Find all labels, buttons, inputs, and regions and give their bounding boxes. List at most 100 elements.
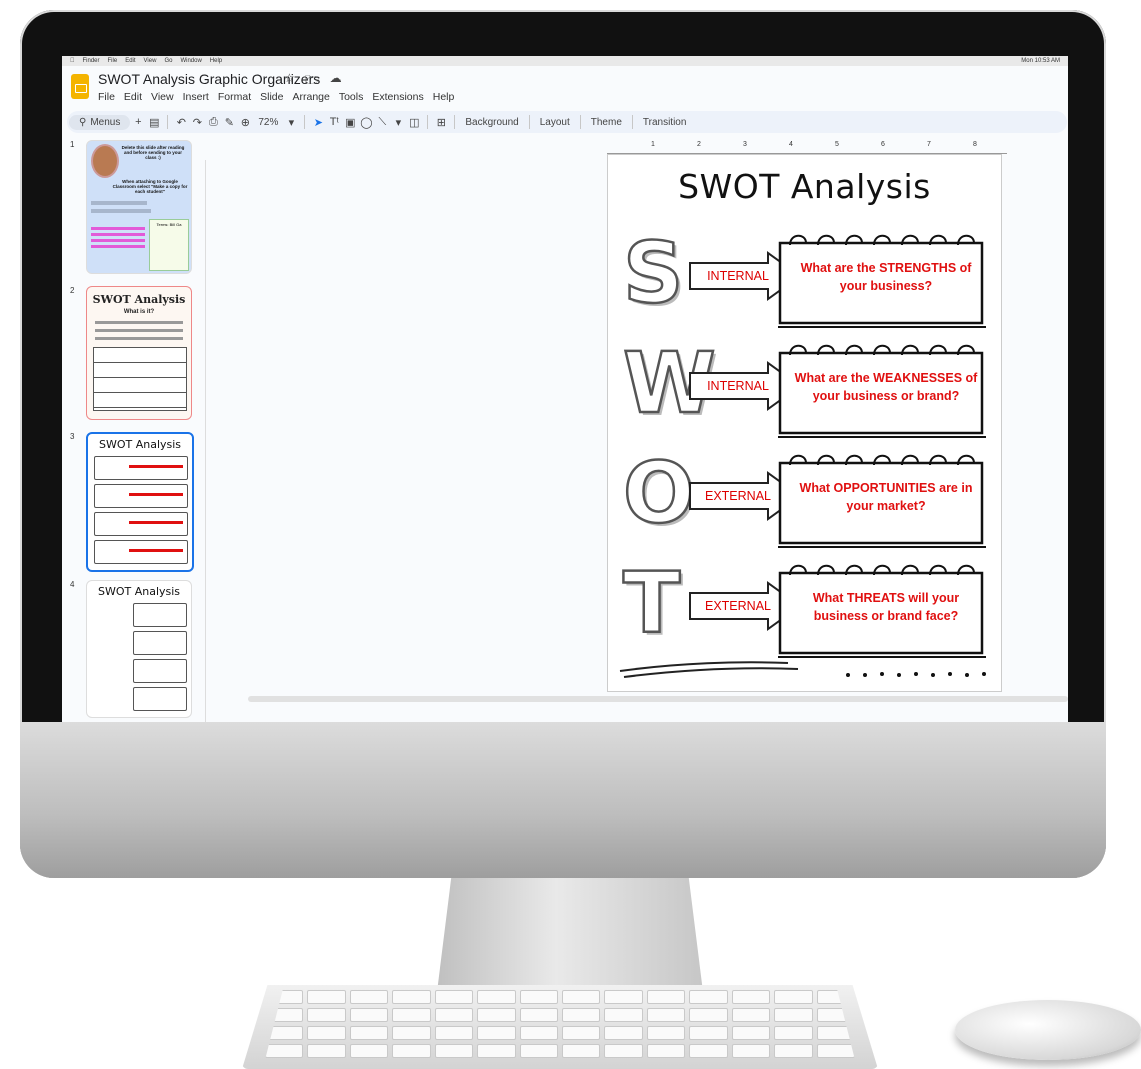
menu-bar: File Edit View Insert Format Slide Arran… (98, 91, 454, 103)
swot-row-strengths: S INTERNAL What are the STRENGTHS of you… (608, 227, 1001, 337)
menu-search-label: Menus (90, 116, 121, 128)
cloud-icon[interactable]: ☁ (330, 71, 342, 92)
title-bar: SWOT Analysis Graphic Organizers ☆ 🗁 ☁ F… (62, 66, 1068, 110)
mac-menu-finder[interactable]: Finder (83, 58, 100, 64)
undo-icon[interactable]: ↶ (173, 116, 189, 129)
arrow-label: EXTERNAL (705, 489, 771, 503)
toolbar: ⚲ Menus + ▤ ↶ ↷ ⎙ ✎ ⊕ 72% ▾ ➤ Tᵗ ▣ ◯ ⟍ ▾… (67, 111, 1067, 133)
arrow-label: INTERNAL (707, 269, 769, 283)
thumb-table (93, 347, 187, 411)
thumb-subheading: What is it? (123, 309, 155, 315)
thumb-text-line (95, 337, 183, 340)
mouse (955, 1000, 1141, 1060)
menu-file[interactable]: File (98, 91, 115, 103)
theme-button[interactable]: Theme (586, 117, 627, 128)
slide-thumbnail-2[interactable]: SWOT Analysis What is it? (86, 286, 192, 420)
screen:  Finder File Edit View Go Window Help M… (62, 56, 1068, 722)
thumb-text-line (91, 239, 145, 242)
layout-button[interactable]: Layout (535, 117, 575, 128)
menu-tools[interactable]: Tools (339, 91, 364, 103)
menu-view[interactable]: View (151, 91, 174, 103)
slide-number: 1 (70, 140, 75, 149)
divider (304, 115, 306, 129)
mac-menu-file[interactable]: File (108, 58, 118, 64)
zoom-level[interactable]: 72% (253, 117, 283, 128)
thumb-text-line (91, 227, 145, 230)
keyboard-keys (265, 990, 855, 1060)
star-icon[interactable]: ☆ (284, 71, 295, 92)
menu-format[interactable]: Format (218, 91, 251, 103)
slide-filmstrip: 1 Delete this slide after reading and be… (62, 136, 202, 722)
thumb-text-line (129, 493, 183, 496)
background-button[interactable]: Background (460, 117, 523, 128)
current-slide[interactable]: SWOT Analysis S INTERNAL What are the ST… (607, 154, 1002, 692)
swot-question: What are the WEAKNESSES of your business… (794, 371, 978, 403)
apple-icon[interactable]:  (70, 58, 75, 64)
slide-title[interactable]: SWOT Analysis (608, 167, 1001, 206)
title-icons: ☆ 🗁 ☁ (284, 71, 342, 92)
thumb-side-title: Terms: Bill Ga (156, 222, 182, 227)
thumb-heading: Delete this slide after reading and befo… (121, 145, 185, 160)
horizontal-ruler: 1 2 3 4 5 6 7 8 (607, 141, 1007, 154)
new-slide-icon[interactable]: + (130, 116, 146, 128)
folder-icon[interactable]: 🗁 (305, 71, 320, 92)
monitor-chin (20, 722, 1106, 878)
swot-letter: O (622, 444, 696, 542)
thumb-row (133, 603, 187, 627)
slide-thumbnail-3[interactable]: SWOT Analysis (86, 432, 194, 572)
print-icon[interactable]: ⎙ (205, 116, 221, 129)
mac-menu-bar:  Finder File Edit View Go Window Help M… (62, 56, 1068, 66)
text-box-icon[interactable]: Tᵗ (326, 116, 342, 128)
ruler-mark: 4 (789, 141, 793, 148)
layout-picker-icon[interactable]: ▤ (146, 116, 162, 129)
paint-format-icon[interactable]: ✎ (221, 116, 237, 129)
menu-edit[interactable]: Edit (124, 91, 142, 103)
menu-extensions[interactable]: Extensions (372, 91, 423, 103)
add-box-icon[interactable]: ⊞ (433, 116, 449, 129)
transition-button[interactable]: Transition (638, 117, 692, 128)
slides-logo-icon[interactable] (71, 74, 89, 99)
swot-letter: S (622, 224, 685, 322)
shape-icon[interactable]: ◯ (358, 116, 374, 129)
ruler-mark: 8 (973, 141, 977, 148)
slide-thumbnail-4[interactable]: SWOT Analysis (86, 580, 192, 718)
ruler-mark: 5 (835, 141, 839, 148)
menu-arrange[interactable]: Arrange (292, 91, 329, 103)
thumb-subheading: When attaching to Google Classroom selec… (112, 179, 188, 194)
horizontal-scrollbar[interactable] (248, 696, 1068, 702)
menu-help[interactable]: Help (433, 91, 455, 103)
chevron-down-icon[interactable]: ▾ (283, 116, 299, 129)
select-cursor-icon[interactable]: ➤ (310, 116, 326, 129)
swot-question: What OPPORTUNITIES are in your market? (799, 481, 973, 513)
mac-menu-go[interactable]: Go (164, 58, 172, 64)
chevron-down-icon[interactable]: ▾ (390, 116, 406, 129)
thumb-heading: SWOT Analysis (98, 438, 182, 451)
mac-menu-window[interactable]: Window (180, 58, 201, 64)
zoom-icon[interactable]: ⊕ (237, 116, 253, 129)
comment-icon[interactable]: ◫ (406, 116, 422, 129)
thumb-text-line (91, 209, 151, 213)
thumb-text-line (129, 549, 183, 552)
thumb-text-line (91, 233, 145, 236)
thumb-text-line (129, 521, 183, 524)
slide-number: 4 (70, 580, 75, 589)
slide-thumbnail-1[interactable]: Delete this slide after reading and befo… (86, 140, 192, 274)
ruler-mark: 7 (927, 141, 931, 148)
menu-insert[interactable]: Insert (183, 91, 209, 103)
mac-menu-view[interactable]: View (144, 58, 157, 64)
mac-menu-help[interactable]: Help (210, 58, 222, 64)
menu-slide[interactable]: Slide (260, 91, 283, 103)
swot-row-opportunities: O EXTERNAL What OPPORTUNITIES are in you… (608, 447, 1001, 557)
thumb-row (94, 456, 188, 480)
slide-number: 3 (70, 432, 75, 441)
redo-icon[interactable]: ↷ (189, 116, 205, 129)
arrow-label: INTERNAL (707, 379, 769, 393)
ruler-mark: 1 (651, 141, 655, 148)
thumb-row (94, 512, 188, 536)
avatar (91, 144, 119, 178)
line-icon[interactable]: ⟍ (374, 116, 390, 129)
menu-search[interactable]: ⚲ Menus (69, 114, 131, 130)
image-icon[interactable]: ▣ (342, 116, 358, 129)
slide-number: 2 (70, 286, 75, 295)
mac-menu-edit[interactable]: Edit (125, 58, 135, 64)
